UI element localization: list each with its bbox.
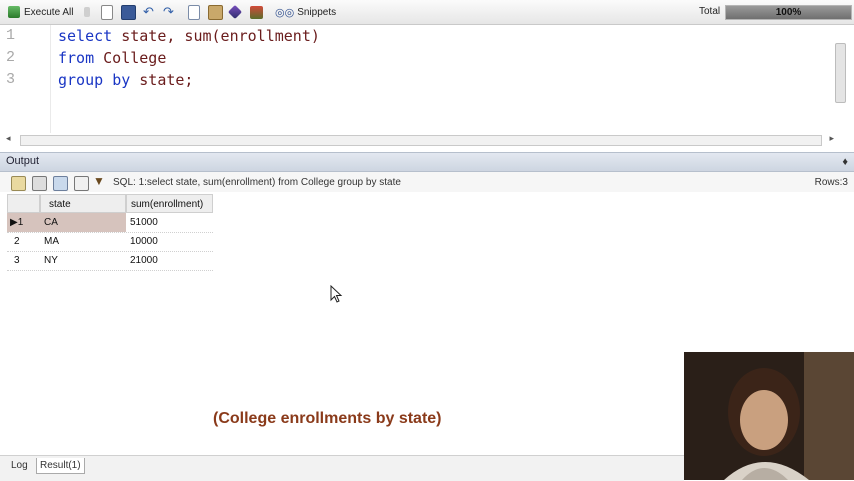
output-panel-header: Output ♦	[0, 152, 854, 172]
paste-button[interactable]	[208, 4, 223, 20]
execute-icon	[8, 6, 20, 18]
row-divider	[7, 270, 213, 272]
row-number[interactable]: 3	[14, 251, 40, 270]
editor-vertical-scrollbar[interactable]	[835, 29, 851, 129]
total-label: Total	[699, 6, 721, 17]
stop-icon	[84, 7, 90, 17]
editor-vertical-scroll-thumb[interactable]	[835, 43, 846, 103]
table-cell-state[interactable]: NY	[44, 251, 124, 270]
execute-all-label: Execute All	[24, 6, 74, 18]
tools-button[interactable]	[250, 4, 263, 20]
export-icon[interactable]	[11, 176, 26, 191]
sql-identifier	[103, 71, 112, 89]
line-number: 1	[6, 27, 16, 44]
presenter-image	[684, 352, 854, 480]
table-cell-sum[interactable]: 21000	[130, 251, 210, 270]
paste-icon	[208, 4, 223, 20]
new-query-button[interactable]	[101, 4, 113, 20]
output-toolbar: ▼ SQL: 1:select state, sum(enrollment) f…	[0, 172, 854, 192]
execute-all-button[interactable]: Execute All	[8, 4, 73, 20]
sql-identifier: state, sum(enrollment)	[112, 27, 320, 45]
output-title: Output	[6, 155, 40, 167]
scroll-left-icon[interactable]: ◂	[6, 133, 11, 144]
row-number[interactable]: 2	[14, 232, 40, 251]
copy-button[interactable]	[188, 4, 200, 20]
scroll-right-icon[interactable]: ▸	[829, 133, 834, 144]
output-tabs: Log Result(1)	[0, 455, 684, 481]
total-progress-bar: 100%	[725, 5, 852, 20]
snippets-button[interactable]: ◎◎ Snippets	[275, 4, 336, 20]
sql-keyword: from	[58, 49, 95, 67]
executed-sql-text: SQL: 1:select state, sum(enrollment) fro…	[113, 177, 401, 188]
editor-horizontal-scroll-thumb[interactable]	[20, 135, 822, 146]
column-header-state[interactable]: state	[40, 194, 126, 213]
editor-horizontal-scrollbar[interactable]: ◂ ▸	[0, 132, 854, 149]
line-number: 3	[6, 71, 16, 88]
column-header-sum-enrollment[interactable]: sum(enrollment)	[126, 194, 213, 213]
redo-icon: ↷	[163, 4, 174, 19]
copy-grid-icon[interactable]	[32, 176, 47, 191]
tab-result[interactable]: Result(1)	[36, 458, 85, 474]
table-cell-state[interactable]: CA	[44, 213, 124, 232]
sql-identifier: state;	[130, 71, 194, 89]
presenter-webcam	[684, 352, 854, 480]
sql-identifier: College	[94, 49, 167, 67]
main-toolbar: Execute All ↶ ↷ ◎◎ Snippets Total 100%	[0, 0, 854, 25]
text-view-icon[interactable]	[74, 176, 89, 191]
rows-count: Rows:3	[814, 177, 848, 188]
code-line-1[interactable]: select state, sum(enrollment)	[58, 26, 320, 46]
gutter-divider	[50, 25, 51, 133]
redo-button[interactable]: ↷	[163, 4, 174, 20]
sql-keyword: by	[112, 71, 131, 89]
save-button[interactable]	[121, 4, 136, 20]
new-file-icon	[101, 4, 113, 20]
snippets-label: Snippets	[297, 6, 337, 18]
code-line-2[interactable]: from College	[58, 48, 166, 68]
undo-icon: ↶	[143, 4, 154, 19]
stop-button[interactable]	[84, 4, 90, 20]
format-button[interactable]	[227, 4, 243, 20]
line-number-gutter: 1 2 3	[0, 25, 18, 133]
sql-editor[interactable]: 1 2 3 select state, sum(enrollment) from…	[0, 25, 854, 149]
filter-icon[interactable]: ▼	[93, 174, 105, 188]
table-cell-sum[interactable]: 51000	[130, 213, 210, 232]
tab-log[interactable]: Log	[8, 458, 31, 473]
lecture-caption: (College enrollments by state)	[213, 410, 442, 427]
row-number[interactable]: ▶1	[10, 213, 40, 232]
binoculars-icon: ◎◎	[275, 6, 295, 19]
pin-icon[interactable]: ♦	[842, 156, 848, 168]
progress-text: 100%	[775, 7, 802, 18]
brush-icon	[227, 4, 243, 20]
grid-view-icon[interactable]	[53, 176, 68, 191]
copy-icon	[188, 4, 200, 20]
table-cell-sum[interactable]: 10000	[130, 232, 210, 251]
undo-button[interactable]: ↶	[143, 4, 154, 20]
mouse-cursor-icon	[330, 284, 344, 308]
sql-keyword: group	[58, 71, 104, 89]
save-icon	[121, 4, 136, 20]
row-header-corner	[7, 194, 40, 213]
tools-icon	[250, 5, 263, 19]
line-number: 2	[6, 49, 16, 66]
code-line-3[interactable]: group by state;	[58, 70, 193, 90]
sql-keyword: select	[58, 27, 113, 45]
table-cell-state[interactable]: MA	[44, 232, 124, 251]
